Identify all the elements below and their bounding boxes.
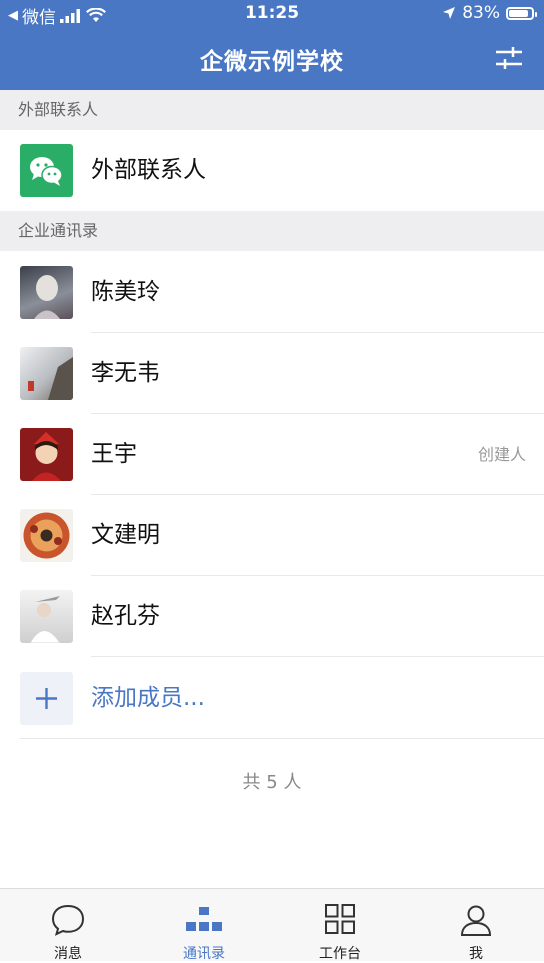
- member-row[interactable]: 文建明: [0, 495, 544, 576]
- member-row[interactable]: 赵孔芬: [0, 576, 544, 657]
- avatar: [20, 347, 73, 400]
- location-arrow-icon: [443, 7, 456, 19]
- filter-settings-icon[interactable]: [494, 44, 524, 72]
- member-name: 文建明: [91, 522, 160, 548]
- external-contacts-label: 外部联系人: [91, 157, 206, 183]
- section-header-external: 外部联系人: [0, 90, 544, 130]
- tab-workbench[interactable]: 工作台: [272, 889, 408, 962]
- member-row[interactable]: 陈美玲: [0, 252, 544, 333]
- member-count: 共 5 人: [242, 772, 302, 793]
- org-chart-icon: [186, 907, 222, 931]
- tab-messages[interactable]: 消息: [0, 889, 136, 962]
- avatar: [20, 590, 73, 643]
- tab-label: 通讯录: [183, 946, 225, 962]
- avatar: [20, 509, 73, 562]
- wechat-icon: [20, 144, 73, 197]
- plus-icon: [20, 672, 73, 725]
- row-divider: [91, 656, 544, 657]
- status-bar: ◀ 微信 11:25 83%: [0, 0, 544, 28]
- tab-label: 工作台: [319, 946, 361, 962]
- member-name: 赵孔芬: [91, 603, 160, 629]
- battery-percent: 83%: [462, 3, 500, 23]
- member-name: 陈美玲: [91, 279, 160, 305]
- person-icon: [460, 905, 492, 936]
- add-member-button[interactable]: 添加成员...: [0, 658, 544, 739]
- row-divider: [20, 738, 544, 739]
- avatar: [20, 428, 73, 481]
- member-row[interactable]: 王宇 创建人: [0, 414, 544, 495]
- grid-icon: [325, 904, 355, 934]
- top-bar: ◀ 微信 11:25 83% 企微示例学校: [0, 0, 544, 90]
- member-name: 王宇: [91, 441, 137, 467]
- member-row[interactable]: 李无韦: [0, 333, 544, 414]
- add-member-label: 添加成员...: [91, 685, 205, 711]
- page-title: 企微示例学校: [200, 49, 344, 75]
- tab-directory[interactable]: 通讯录: [136, 889, 272, 962]
- section-header-directory: 企业通讯录: [0, 211, 544, 251]
- tab-label: 我: [469, 946, 483, 962]
- tab-me[interactable]: 我: [408, 889, 544, 962]
- battery-icon: [506, 6, 537, 20]
- external-contacts-row[interactable]: 外部联系人: [0, 130, 544, 211]
- creator-tag: 创建人: [477, 445, 526, 464]
- tab-label: 消息: [54, 946, 82, 962]
- tab-bar: 消息 通讯录 工作台 我: [0, 888, 544, 962]
- avatar: [20, 266, 73, 319]
- member-name: 李无韦: [91, 360, 160, 386]
- status-right: 83%: [442, 3, 537, 23]
- chat-bubble-icon: [51, 904, 85, 936]
